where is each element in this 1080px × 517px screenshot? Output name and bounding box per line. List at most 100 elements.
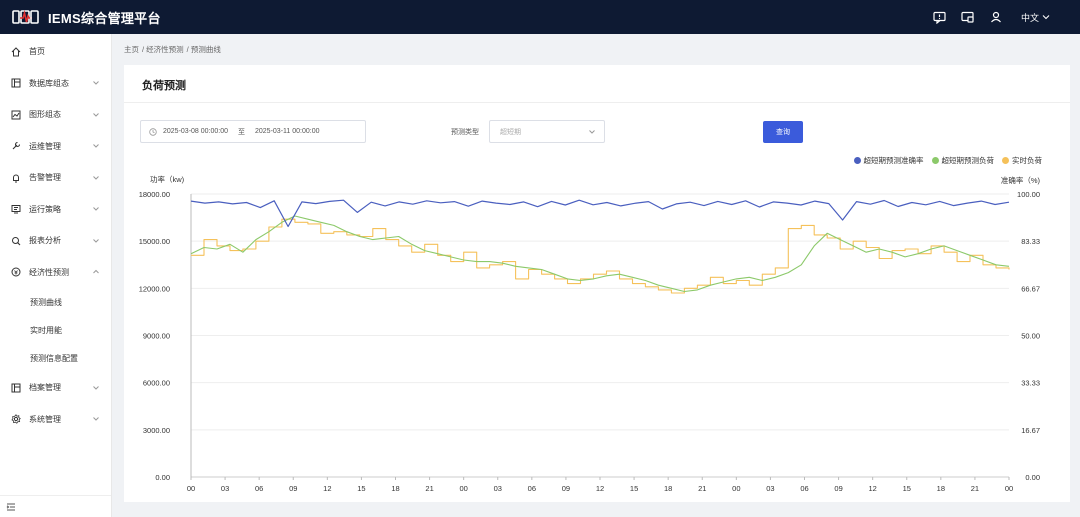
sidebar-item-label: 报表分析 [29, 236, 61, 246]
sidebar-item-report[interactable]: 报表分析 [0, 225, 111, 257]
breadcrumb-forecast[interactable]: / 经济性预测 [142, 44, 184, 55]
chevron-down-icon [93, 112, 99, 117]
x-tick-label: 21 [425, 484, 433, 493]
language-switcher[interactable]: 中文 [1021, 11, 1050, 24]
sidebar-item-label: 经济性预测 [29, 267, 69, 277]
app-title: IEMS综合管理平台 [48, 10, 161, 26]
y-tick-label-right: 66.67 [1021, 284, 1040, 293]
home-icon [11, 47, 21, 57]
graph-icon [11, 110, 21, 120]
y-tick-label-right: 16.67 [1021, 426, 1040, 435]
sidebar-item-forecast[interactable]: 经济性预测 [0, 257, 111, 289]
x-tick-label: 00 [187, 484, 195, 493]
y-tick-label-right: 83.33 [1021, 237, 1040, 246]
chevron-down-icon [93, 144, 99, 148]
series-line-actual [191, 218, 1010, 294]
x-tick-label: 06 [800, 484, 808, 493]
x-tick-label: 00 [459, 484, 467, 493]
sidebar-item-home[interactable]: 首页 [0, 36, 111, 68]
message-icon[interactable] [933, 10, 947, 24]
breadcrumb-current: / 预测曲线 [186, 45, 221, 54]
y-tick-label-left: 18000.00 [139, 190, 170, 199]
x-tick-label: 09 [834, 484, 842, 493]
content-card: 负荷预测 2025-03-08 00:00:00 至 2025-03-11 00… [124, 65, 1070, 502]
x-tick-label: 18 [664, 484, 672, 493]
breadcrumb: 主页 / 经济性预测 / 预测曲线 [124, 44, 221, 55]
sidebar-subitem-label: 实时用能 [30, 325, 62, 335]
y-tick-label-right: 0.00 [1025, 473, 1040, 482]
y-tick-label-left: 9000.00 [143, 332, 170, 341]
sidebar-item-label: 系统管理 [29, 414, 61, 424]
x-tick-label: 21 [971, 484, 979, 493]
x-tick-label: 03 [766, 484, 774, 493]
x-tick-label: 15 [630, 484, 638, 493]
series-line-forecast [190, 215, 1010, 293]
y-axis-label-right: 准确率（%) [1001, 175, 1041, 185]
x-tick-label: 06 [255, 484, 263, 493]
sidebar-item-label: 运行策略 [29, 204, 61, 214]
x-tick-label: 09 [289, 484, 297, 493]
chart-series [190, 199, 1010, 294]
x-tick-label: 06 [528, 484, 536, 493]
bell-icon [11, 173, 21, 183]
sidebar-item-system[interactable]: 系统管理 [0, 404, 111, 436]
settings-icon [11, 414, 21, 425]
series-line-accuracy [190, 199, 1010, 228]
screen-icon[interactable] [961, 10, 975, 24]
sidebar-item-label: 图形组态 [29, 110, 61, 120]
sidebar-item-maintenance[interactable]: 运维管理 [0, 131, 111, 163]
x-ticks: 00 03 06 09 12 15 18 21 00 03 06 09 12 15 18 21 00 03 06 09… [187, 477, 1013, 493]
chevron-down-icon [1042, 15, 1050, 20]
menu-fold-icon [6, 503, 15, 510]
chart-grid [190, 193, 1009, 478]
chevron-up-icon [93, 270, 99, 274]
sidebar-item-label: 档案管理 [29, 383, 61, 393]
y-tick-label-right: 50.00 [1021, 332, 1040, 341]
sidebar-item-graphics[interactable]: 图形组态 [0, 99, 111, 131]
archive-icon [11, 383, 21, 393]
wrench-icon [11, 141, 21, 151]
sidebar-item-strategy[interactable]: 运行策略 [0, 194, 111, 226]
x-tick-label: 18 [391, 484, 399, 493]
x-tick-label: 12 [323, 484, 331, 493]
language-label: 中文 [1020, 12, 1039, 23]
sidebar-item-database[interactable]: 数据库组态 [0, 68, 111, 100]
chevron-down-icon [93, 238, 99, 243]
chevron-down-icon [93, 81, 99, 85]
sidebar-subitem-label: 预测信息配置 [30, 353, 78, 363]
sidebar-subitem-forecast-config[interactable]: 预测信息配置 [0, 344, 111, 372]
sidebar-item-alarm[interactable]: 告警管理 [0, 162, 111, 194]
y-axis-label-left: 功率（kw) [150, 174, 185, 184]
sidebar-subitem-realtime-energy[interactable]: 实时用能 [0, 316, 111, 344]
load-forecast-chart: 功率（kw) 准确率（%) 0.00 3000.00 6000.00 9000.00 1… [139, 174, 1041, 493]
x-tick-label: 15 [357, 484, 365, 493]
sidebar: 首页 数据库组态 图形组态 运维管理 告警管理 运行策略 报表分析 经济性预测 … [0, 34, 112, 517]
logo-icon [12, 8, 40, 26]
x-tick-label: 03 [221, 484, 229, 493]
y-tick-label-left: 15000.00 [139, 237, 170, 246]
x-tick-label: 00 [732, 484, 740, 493]
strategy-icon [11, 204, 21, 214]
y-tick-label-left: 3000.00 [143, 426, 170, 435]
y-tick-label-right: 33.33 [1021, 379, 1040, 388]
sidebar-item-label: 首页 [29, 47, 45, 57]
report-icon [11, 236, 21, 246]
database-icon [11, 78, 21, 88]
sidebar-item-archive[interactable]: 档案管理 [0, 372, 111, 404]
y-tick-label-left: 6000.00 [143, 379, 170, 388]
sidebar-subitem-label: 预测曲线 [30, 297, 62, 307]
y-ticks-left: 0.00 3000.00 6000.00 9000.00 12000.00 15000.0… [139, 190, 170, 482]
sidebar-item-label: 运维管理 [29, 141, 61, 151]
chevron-down-icon [93, 207, 99, 211]
user-icon[interactable] [989, 10, 1003, 24]
breadcrumb-home[interactable]: 主页 [124, 44, 139, 55]
chevron-down-icon [93, 417, 99, 421]
sidebar-collapse-toggle[interactable] [0, 495, 111, 517]
y-ticks-right: 0.00 16.67 33.33 50.00 66.67 83.33 100.00 [1017, 190, 1040, 482]
sidebar-subitem-forecast-curve[interactable]: 预测曲线 [0, 288, 111, 316]
x-tick-label: 00 [1005, 484, 1013, 493]
x-tick-label: 18 [937, 484, 945, 493]
forecast-icon [11, 267, 21, 277]
x-tick-label: 12 [596, 484, 604, 493]
chevron-down-icon [93, 175, 99, 180]
